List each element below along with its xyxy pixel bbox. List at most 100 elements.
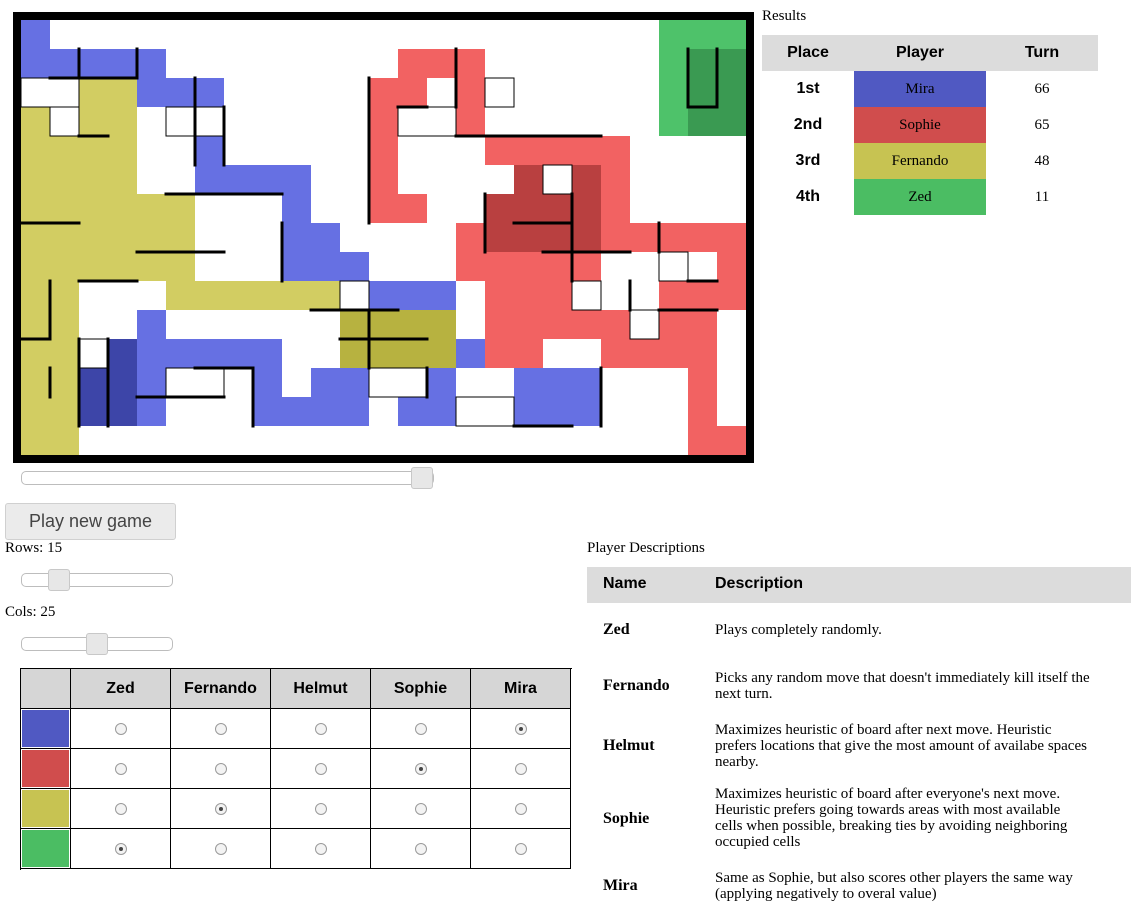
player-radio[interactable]	[114, 762, 127, 775]
board-trail-blue-head	[108, 368, 137, 426]
player-radio[interactable]	[114, 802, 127, 815]
assignment-header-player: Mira	[471, 669, 571, 709]
description-player-name: Mira	[603, 877, 638, 894]
description-text: Plays completely randomly.	[715, 622, 1125, 638]
board-empty-cell	[20, 77, 80, 108]
player-radio[interactable]	[414, 762, 427, 775]
results-place: 1st	[796, 80, 820, 97]
player-color-swatch	[21, 789, 71, 829]
player-radio[interactable]	[514, 762, 527, 775]
play-new-game-button[interactable]: Play new game	[5, 503, 176, 540]
description-line: occupied cells	[715, 834, 801, 850]
board-empty-cell	[571, 280, 602, 311]
board-empty-cell	[629, 309, 660, 340]
player-radio[interactable]	[314, 802, 327, 815]
player-radio[interactable]	[114, 842, 127, 855]
description-text: Same as Sophie, but also scores other pl…	[715, 870, 1125, 902]
assignment-cell	[471, 749, 571, 789]
board-trail-blue	[253, 397, 369, 426]
description-line: Maximizes heuristic of board after every…	[715, 786, 1061, 802]
board-trail-red	[543, 310, 688, 339]
player-radio[interactable]	[414, 842, 427, 855]
player-radio[interactable]	[114, 722, 127, 735]
history-slider[interactable]	[21, 471, 434, 485]
board-empty-cell	[455, 396, 515, 427]
assignment-cell	[71, 829, 171, 869]
assignment-cell	[471, 789, 571, 829]
swatch-fill	[22, 750, 69, 787]
assignment-cell	[71, 709, 171, 749]
swatch-fill	[22, 790, 69, 827]
board-trail-blue	[21, 20, 50, 78]
board-trail-red	[688, 339, 717, 455]
description-player-name: Helmut	[603, 737, 655, 754]
results-header-turn: Turn	[986, 35, 1098, 71]
player-radio[interactable]	[414, 722, 427, 735]
player-radio[interactable]	[314, 722, 327, 735]
assignment-cell	[71, 749, 171, 789]
assignment-header-player: Zed	[71, 669, 171, 709]
description-line: Heuristic prefers going towards areas wi…	[715, 802, 1061, 818]
assignment-cell	[171, 829, 271, 869]
description-line: Maximizes heuristic of board after next …	[715, 722, 1052, 738]
results-header-player: Player	[854, 35, 986, 71]
assignment-header-player: Sophie	[371, 669, 471, 709]
assignment-cell	[371, 749, 471, 789]
board-trail-red	[717, 223, 746, 310]
assignment-cell	[371, 709, 471, 749]
assignment-cell	[471, 709, 571, 749]
description-line: nearby.	[715, 754, 759, 770]
player-radio[interactable]	[314, 842, 327, 855]
assignment-cell	[471, 829, 571, 869]
descriptions-header-name: Name	[603, 575, 647, 592]
player-color-swatch	[21, 829, 71, 869]
results-turn: 65	[1034, 116, 1050, 133]
board-trail-red	[514, 281, 543, 310]
description-text: Maximizes heuristic of board after every…	[715, 786, 1125, 850]
board-trail-yellow	[79, 78, 137, 223]
results-player: Sophie	[854, 107, 986, 143]
assignment-cell	[271, 789, 371, 829]
assignment-header-player: Fernando	[171, 669, 271, 709]
results-place: 2nd	[793, 116, 823, 133]
board-trail-blue	[282, 165, 311, 223]
description-player-name: Zed	[603, 621, 630, 638]
assignment-header-player: Helmut	[271, 669, 371, 709]
board-trail-blue	[311, 252, 369, 281]
player-radio[interactable]	[514, 802, 527, 815]
assignment-cell	[371, 789, 471, 829]
descriptions-header-bar	[587, 567, 1131, 603]
cols-slider-thumb[interactable]	[86, 633, 108, 655]
player-radio[interactable]	[514, 722, 527, 735]
player-radio[interactable]	[214, 762, 227, 775]
results-player: Mira	[854, 71, 986, 107]
board-empty-cell	[339, 280, 370, 311]
rows-slider-thumb[interactable]	[48, 569, 70, 591]
player-radio[interactable]	[214, 802, 227, 815]
assignment-cell	[271, 709, 371, 749]
results-turn: 11	[1034, 188, 1050, 205]
board-empty-cell	[368, 367, 428, 398]
results-place: 4th	[796, 188, 820, 205]
board-empty-cell	[49, 106, 80, 137]
results-title: Results	[762, 8, 807, 24]
assignment-cell	[371, 829, 471, 869]
results-header-place: Place	[762, 35, 854, 71]
player-radio[interactable]	[214, 722, 227, 735]
assignment-cell	[171, 709, 271, 749]
player-radio[interactable]	[414, 802, 427, 815]
rows-slider[interactable]	[21, 573, 173, 587]
player-radio[interactable]	[214, 842, 227, 855]
description-text: Picks any random move that doesn't immed…	[715, 670, 1125, 702]
player-radio[interactable]	[314, 762, 327, 775]
results-turn: 48	[1034, 152, 1050, 169]
board-trail-yellow	[50, 223, 137, 281]
board-empty-cell	[78, 338, 109, 369]
assignment-cell	[171, 749, 271, 789]
board-empty-cell	[484, 77, 515, 108]
player-radio[interactable]	[514, 842, 527, 855]
assignment-cell	[171, 789, 271, 829]
description-text: Maximizes heuristic of board after next …	[715, 722, 1125, 770]
history-slider-thumb[interactable]	[411, 467, 433, 489]
description-player-name: Fernando	[603, 677, 670, 694]
